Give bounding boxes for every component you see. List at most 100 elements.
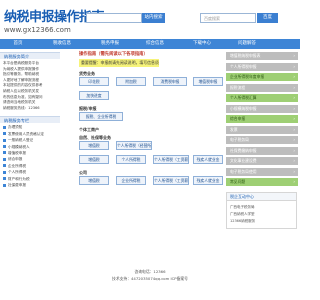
chevron-right-icon: › xyxy=(293,63,295,69)
chevron-right-icon: › xyxy=(293,116,295,121)
quick-link-button[interactable]: 企业所得税年度申报 › xyxy=(226,73,298,81)
quick-link-button[interactable]: 常见问题 › xyxy=(226,178,298,186)
nav-faq[interactable]: 问题解答 xyxy=(232,39,262,49)
site-search-input[interactable] xyxy=(86,13,142,23)
quick-link-label: 报税流程 xyxy=(230,84,246,90)
guide-button[interactable]: 报税、企业所得税 xyxy=(79,112,123,121)
chevron-right-icon: › xyxy=(293,179,295,184)
service-list: 办理须知 发票使用人员资格认定 一般纳税人登记 小规模纳税人 增值税申报 综合申… xyxy=(0,123,60,189)
list-item-label: 财产和行为税 xyxy=(8,176,30,181)
guide-button[interactable]: 增值税 xyxy=(79,155,109,164)
quick-link-button[interactable]: 个人所得税汇算 › xyxy=(226,94,298,102)
right-sidebar: 增值税纳税申报表 › 个人所得税申报 › 企业所得税年度申报 › 报税流程 › 个人所得… xyxy=(226,52,298,229)
nav-downloads[interactable]: 下载中心 xyxy=(187,39,217,49)
quick-link-button[interactable]: 社保费缴纳申报 › xyxy=(226,146,298,155)
guide-button[interactable]: 个人所得税 xyxy=(116,155,146,164)
guide-button[interactable]: 个人所得税（工资薪金） xyxy=(153,155,189,164)
panel-link[interactable]: 广西电子税务局 xyxy=(230,204,293,211)
main-nav: 首页 税收信息 税务申报 综合信息 下载中心 问题解答 xyxy=(0,39,300,49)
quick-link-label: 常见问题 xyxy=(230,179,246,184)
bullet-icon xyxy=(3,170,6,174)
bullet-icon xyxy=(3,164,6,168)
chevron-right-icon: › xyxy=(293,53,295,58)
guide-button[interactable]: 个人所得税（经营所得） xyxy=(116,141,152,150)
header: 纳税申报操作指南 www.gx12366.com 站内搜索 百度搜索 百度 xyxy=(0,0,300,40)
baidu-search-input[interactable]: 百度搜索 xyxy=(200,13,256,23)
nav-tax-info[interactable]: 税收信息 xyxy=(47,39,77,49)
bullet-icon xyxy=(3,125,6,129)
button-row: 加快进度 xyxy=(79,91,224,101)
site-url: www.gx12366.com xyxy=(4,26,71,34)
chevron-right-icon: › xyxy=(293,126,295,132)
guide-button[interactable]: 加快进度 xyxy=(79,91,109,100)
guide-button[interactable]: 增值税 xyxy=(79,176,109,185)
bullet-icon xyxy=(3,183,6,187)
intro-text: 本平台是纳税服务平台 为纳税人提供申报操作 指引等服务，帮助纳税 人更好地了解申… xyxy=(0,59,60,113)
quick-link-button[interactable]: 综合申报 › xyxy=(226,115,298,123)
bullet-icon xyxy=(3,177,6,181)
chevron-right-icon: › xyxy=(293,168,295,174)
quick-link-label: 企业所得税年度申报 xyxy=(230,74,265,79)
list-item-label: 办理须知 xyxy=(8,125,23,130)
list-item-label: 发票使用人员资格认定 xyxy=(8,131,44,136)
chevron-right-icon: › xyxy=(293,95,295,100)
guide-button[interactable]: 增值税申报 xyxy=(193,77,223,86)
button-row: 印花税 附加税 消费税申报 增值税申报 xyxy=(79,77,224,87)
quick-link-label: 个人所得税申报 xyxy=(230,63,257,69)
bullet-icon xyxy=(3,132,6,136)
guide-button[interactable]: 个人所得税（工资薪金） xyxy=(153,176,189,185)
guide-button[interactable]: 残疾人就业金 xyxy=(193,155,223,164)
quick-link-button[interactable]: 小规模纳税申报 › xyxy=(226,104,298,113)
guide-button[interactable]: 增值税 xyxy=(79,141,109,150)
quick-link-label: 发票 xyxy=(230,126,238,132)
page-title: 操作指南（需先阅读以下各项指南） xyxy=(79,52,148,57)
bullet-icon xyxy=(3,145,6,149)
section-title: 个体工商户 xyxy=(79,127,99,132)
footer-phone: 咨询电话：12366 xyxy=(134,269,166,274)
quick-link-label: 个人所得税汇算 xyxy=(230,95,257,100)
quick-link-label: 文化事业建设费 xyxy=(230,158,257,163)
section-title: 公司 xyxy=(79,170,87,175)
list-item-label: 个人所得税 xyxy=(8,170,26,175)
bullet-icon xyxy=(3,157,6,161)
panel-link[interactable]: 广西纳税人学堂 xyxy=(230,211,293,218)
quick-link-label: 小规模纳税申报 xyxy=(230,105,257,111)
section-title: 货劳业务 xyxy=(79,71,95,76)
chevron-right-icon: › xyxy=(293,147,295,153)
button-row: 增值税 企业所得税 个人所得税（工资薪金） 残疾人就业金 xyxy=(79,176,224,186)
guide-button[interactable]: 企业所得税 xyxy=(116,176,146,185)
quick-link-label: 电子税务局使用 xyxy=(230,168,257,174)
bullet-icon xyxy=(3,138,6,142)
list-item[interactable]: 社保费申报 xyxy=(3,182,57,188)
nav-tax-filing[interactable]: 税务申报 xyxy=(95,39,125,49)
list-item-label: 一般纳税人登记 xyxy=(8,138,34,143)
quick-link-button[interactable]: 报税流程 › xyxy=(226,83,298,92)
left-sidebar: 纳税服务简介 本平台是纳税服务平台 为纳税人提供申报操作 指引等服务，帮助纳税 … xyxy=(0,52,60,189)
panel-link[interactable]: 12366纳税服务 xyxy=(230,218,293,225)
quick-link-button[interactable]: 个人所得税申报 › xyxy=(226,62,298,71)
quick-link-button[interactable]: 增值税纳税申报表 › xyxy=(226,52,298,60)
site-search-button[interactable]: 站内搜索 xyxy=(142,13,165,23)
quick-link-button[interactable]: 发票 › xyxy=(226,125,298,134)
button-row: 报税、企业所得税 xyxy=(79,112,224,122)
quick-link-button[interactable]: 电子税务局使用 › xyxy=(226,167,298,176)
nav-home[interactable]: 首页 xyxy=(3,39,33,49)
quick-link-label: 社保费缴纳申报 xyxy=(230,147,257,153)
section-title: 自然、社保等业务 xyxy=(79,135,111,140)
section-title: 报税/申报 xyxy=(79,106,97,111)
baidu-search-button[interactable]: 百度 xyxy=(257,13,278,23)
guide-button[interactable]: 附加税 xyxy=(116,77,146,86)
quick-link-button[interactable]: 电子税务局 › xyxy=(226,136,298,144)
guide-button[interactable]: 消费税申报 xyxy=(153,77,187,86)
chevron-right-icon: › xyxy=(293,158,295,163)
chevron-right-icon: › xyxy=(293,84,295,90)
quick-link-label: 增值税纳税申报表 xyxy=(230,53,261,58)
panel-title: 税企互动中心 xyxy=(227,193,296,201)
guide-button[interactable]: 残疾人就业金 xyxy=(193,176,223,185)
guide-button[interactable]: 印花税 xyxy=(79,77,109,86)
chevron-right-icon: › xyxy=(293,137,295,142)
quick-link-button[interactable]: 文化事业建设费 › xyxy=(226,157,298,165)
service-list-title: 纳税服务专栏 xyxy=(0,116,60,124)
nav-general-info[interactable]: 综合信息 xyxy=(140,39,170,49)
list-item-label: 综合申报 xyxy=(8,157,23,162)
